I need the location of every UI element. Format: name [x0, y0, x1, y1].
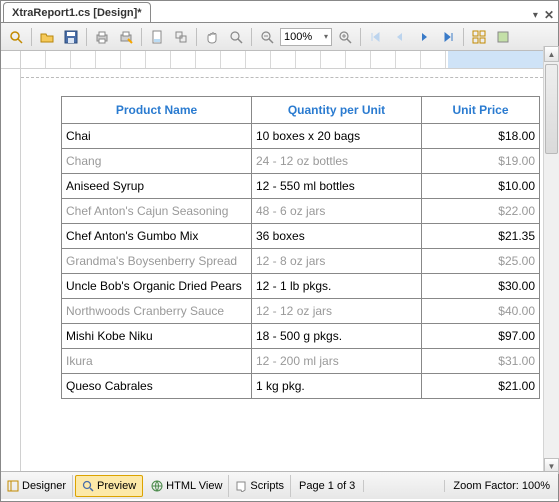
tab-close-icon[interactable]: ✕	[544, 8, 554, 22]
cell-name: Queso Cabrales	[62, 374, 252, 399]
header-price: Unit Price	[422, 97, 540, 124]
first-page-button[interactable]	[365, 26, 387, 48]
tab-htmlview[interactable]: HTML View	[145, 475, 229, 497]
tab-scripts-label: Scripts	[250, 480, 284, 492]
open-button[interactable]	[36, 26, 58, 48]
cell-price: $30.00	[422, 274, 540, 299]
cell-price: $10.00	[422, 174, 540, 199]
table-row: Queso Cabrales1 kg pkg.$21.00	[62, 374, 540, 399]
cell-qty: 1 kg pkg.	[252, 374, 422, 399]
hand-tool-button[interactable]	[201, 26, 223, 48]
toolbar: 100%▾	[1, 23, 558, 51]
cell-name: Uncle Bob's Organic Dried Pears	[62, 274, 252, 299]
tab-preview[interactable]: Preview	[75, 475, 143, 497]
cell-price: $21.00	[422, 374, 540, 399]
cell-qty: 12 - 550 ml bottles	[252, 174, 422, 199]
print-button[interactable]	[91, 26, 113, 48]
multipage-button[interactable]	[468, 26, 490, 48]
tab-htmlview-label: HTML View	[166, 480, 222, 492]
cell-price: $31.00	[422, 349, 540, 374]
cell-qty: 12 - 1 lb pkgs.	[252, 274, 422, 299]
quick-print-button[interactable]	[115, 26, 137, 48]
table-row: Mishi Kobe Niku18 - 500 g pkgs.$97.00	[62, 324, 540, 349]
header-qty: Quantity per Unit	[252, 97, 422, 124]
cell-name: Ikura	[62, 349, 252, 374]
tab-scripts[interactable]: Scripts	[229, 475, 291, 497]
zoom-out-button[interactable]	[256, 26, 278, 48]
scroll-up-icon[interactable]: ▲	[544, 46, 559, 62]
cell-qty: 10 boxes x 20 bags	[252, 124, 422, 149]
table-header-row: Product Name Quantity per Unit Unit Pric…	[62, 97, 540, 124]
tab-dropdown-icon[interactable]: ▾	[533, 10, 538, 21]
prev-page-button[interactable]	[389, 26, 411, 48]
ruler-horizontal	[1, 51, 558, 69]
zoom-in-button[interactable]	[334, 26, 356, 48]
cell-name: Chang	[62, 149, 252, 174]
search-button[interactable]	[5, 26, 27, 48]
cell-qty: 48 - 6 oz jars	[252, 199, 422, 224]
cell-qty: 12 - 12 oz jars	[252, 299, 422, 324]
table-row: Uncle Bob's Organic Dried Pears12 - 1 lb…	[62, 274, 540, 299]
color-button[interactable]	[492, 26, 514, 48]
zoom-input[interactable]: 100%▾	[280, 28, 332, 46]
cell-name: Aniseed Syrup	[62, 174, 252, 199]
header-name: Product Name	[62, 97, 252, 124]
cell-price: $97.00	[422, 324, 540, 349]
page-indicator: Page 1 of 3	[291, 480, 364, 492]
cell-name: Chef Anton's Gumbo Mix	[62, 224, 252, 249]
table-row: Aniseed Syrup12 - 550 ml bottles$10.00	[62, 174, 540, 199]
scripts-icon	[235, 480, 247, 492]
cell-qty: 18 - 500 g pkgs.	[252, 324, 422, 349]
cell-price: $25.00	[422, 249, 540, 274]
vertical-scrollbar[interactable]: ▲ ▼	[543, 46, 559, 474]
ruler-vertical	[1, 69, 21, 471]
table-row: Ikura12 - 200 ml jars$31.00	[62, 349, 540, 374]
document-tab[interactable]: XtraReport1.cs [Design]*	[3, 2, 151, 22]
cell-price: $40.00	[422, 299, 540, 324]
zoom-indicator: Zoom Factor: 100%	[444, 480, 558, 492]
preview-icon	[82, 480, 94, 492]
cell-name: Chef Anton's Cajun Seasoning	[62, 199, 252, 224]
cell-name: Grandma's Boysenberry Spread	[62, 249, 252, 274]
cell-qty: 24 - 12 oz bottles	[252, 149, 422, 174]
table-row: Chef Anton's Gumbo Mix36 boxes$21.35	[62, 224, 540, 249]
page-setup-button[interactable]	[146, 26, 168, 48]
cell-qty: 12 - 200 ml jars	[252, 349, 422, 374]
cell-price: $18.00	[422, 124, 540, 149]
next-page-button[interactable]	[413, 26, 435, 48]
table-row: Northwoods Cranberry Sauce12 - 12 oz jar…	[62, 299, 540, 324]
document-tab-title: XtraReport1.cs [Design]*	[12, 7, 142, 19]
cell-qty: 12 - 8 oz jars	[252, 249, 422, 274]
designer-icon	[7, 480, 19, 492]
cell-qty: 36 boxes	[252, 224, 422, 249]
scale-button[interactable]	[170, 26, 192, 48]
zoom-value: 100%	[284, 31, 312, 43]
cell-price: $21.35	[422, 224, 540, 249]
scroll-thumb[interactable]	[545, 64, 558, 154]
cell-name: Northwoods Cranberry Sauce	[62, 299, 252, 324]
tab-preview-label: Preview	[97, 480, 136, 492]
table-row: Chai10 boxes x 20 bags$18.00	[62, 124, 540, 149]
html-icon	[151, 480, 163, 492]
tab-designer-label: Designer	[22, 480, 66, 492]
magnifier-button[interactable]	[225, 26, 247, 48]
table-row: Chef Anton's Cajun Seasoning48 - 6 oz ja…	[62, 199, 540, 224]
table-row: Grandma's Boysenberry Spread12 - 8 oz ja…	[62, 249, 540, 274]
cell-price: $19.00	[422, 149, 540, 174]
tab-designer[interactable]: Designer	[1, 475, 73, 497]
report-table: Product Name Quantity per Unit Unit Pric…	[61, 96, 540, 399]
cell-price: $22.00	[422, 199, 540, 224]
cell-name: Mishi Kobe Niku	[62, 324, 252, 349]
cell-name: Chai	[62, 124, 252, 149]
last-page-button[interactable]	[437, 26, 459, 48]
save-button[interactable]	[60, 26, 82, 48]
table-row: Chang24 - 12 oz bottles$19.00	[62, 149, 540, 174]
report-canvas[interactable]: Product Name Quantity per Unit Unit Pric…	[21, 69, 558, 471]
